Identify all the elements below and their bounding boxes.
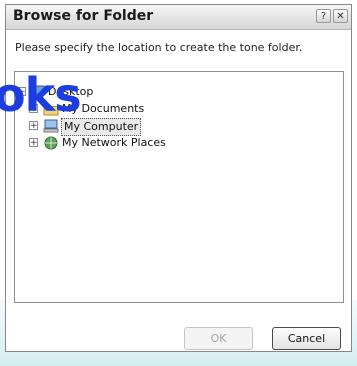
folder-tree[interactable]: − Desktop + My Documents + My Computer +… bbox=[14, 71, 344, 303]
tree-item-my-computer[interactable]: + My Computer bbox=[15, 118, 335, 136]
folder-icon bbox=[43, 104, 59, 116]
expand-icon[interactable]: + bbox=[29, 121, 38, 131]
browse-for-folder-dialog: Browse for Folder ? ✕ Please specify the… bbox=[5, 4, 352, 352]
tree-item-label: My Network Places bbox=[62, 136, 166, 149]
collapse-icon[interactable]: − bbox=[17, 87, 26, 97]
ok-button[interactable]: OK bbox=[184, 327, 253, 350]
dialog-title: Browse for Folder bbox=[13, 8, 154, 24]
computer-icon bbox=[43, 119, 59, 133]
tree-item-desktop[interactable]: − Desktop bbox=[15, 84, 335, 100]
tree-item-my-documents[interactable]: + My Documents bbox=[15, 101, 335, 117]
tree-item-my-network-places[interactable]: + My Network Places bbox=[15, 135, 335, 151]
desktop-icon bbox=[29, 85, 45, 99]
instruction-text: Please specify the location to create th… bbox=[15, 41, 303, 54]
cancel-button[interactable]: Cancel bbox=[272, 327, 341, 350]
title-bar: Browse for Folder ? ✕ bbox=[6, 5, 351, 30]
expand-icon[interactable]: + bbox=[29, 138, 38, 148]
tree-item-label: My Computer bbox=[61, 118, 142, 136]
network-places-icon bbox=[44, 136, 58, 150]
help-button[interactable]: ? bbox=[316, 9, 331, 23]
tree-item-label: My Documents bbox=[62, 102, 145, 115]
tree-item-label: Desktop bbox=[48, 85, 94, 98]
expand-icon[interactable]: + bbox=[29, 104, 38, 114]
close-button[interactable]: ✕ bbox=[333, 9, 348, 23]
